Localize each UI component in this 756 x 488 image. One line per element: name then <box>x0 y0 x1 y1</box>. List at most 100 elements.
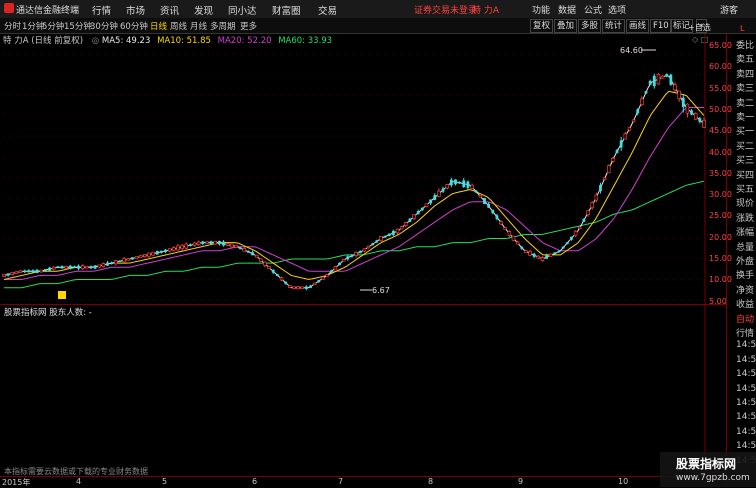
candle[interactable] <box>540 256 545 262</box>
candle[interactable] <box>528 249 532 256</box>
candle[interactable] <box>2 273 6 277</box>
candle[interactable] <box>429 199 433 206</box>
candle[interactable] <box>325 274 329 277</box>
candle[interactable] <box>263 261 267 268</box>
candle[interactable] <box>110 261 114 265</box>
candle[interactable] <box>690 109 693 116</box>
candle[interactable] <box>164 248 167 254</box>
candle[interactable] <box>196 240 201 246</box>
candle[interactable] <box>677 90 681 102</box>
candle[interactable] <box>64 265 68 269</box>
candle[interactable] <box>582 218 586 223</box>
candle[interactable] <box>358 250 362 254</box>
candle[interactable] <box>656 72 661 85</box>
candle[interactable] <box>304 285 308 291</box>
candle[interactable] <box>101 262 106 268</box>
candle[interactable] <box>77 264 80 271</box>
candle[interactable] <box>80 264 85 270</box>
candle[interactable] <box>673 82 677 93</box>
candle[interactable] <box>333 265 338 270</box>
candle[interactable] <box>317 279 321 284</box>
candle[interactable] <box>354 251 358 258</box>
candle[interactable] <box>217 240 221 246</box>
candle[interactable] <box>151 251 155 256</box>
candle[interactable] <box>279 276 284 281</box>
candle[interactable] <box>458 181 462 184</box>
candle[interactable] <box>599 182 602 194</box>
candle[interactable] <box>172 246 176 252</box>
candle[interactable] <box>48 266 51 272</box>
candle[interactable] <box>312 282 317 286</box>
candle[interactable] <box>143 254 147 258</box>
candle[interactable] <box>524 250 528 253</box>
candle[interactable] <box>296 285 300 290</box>
candle[interactable] <box>93 265 97 270</box>
candle[interactable] <box>631 119 636 123</box>
candle[interactable] <box>553 252 557 255</box>
candle[interactable] <box>242 246 246 252</box>
candle[interactable] <box>292 286 296 290</box>
candle[interactable] <box>27 269 31 273</box>
candle[interactable] <box>462 177 466 188</box>
candle[interactable] <box>445 183 449 190</box>
candle[interactable] <box>159 250 163 254</box>
candle[interactable] <box>487 202 491 208</box>
candle[interactable] <box>478 195 483 198</box>
candle[interactable] <box>147 252 151 258</box>
candle[interactable] <box>176 243 180 252</box>
candle[interactable] <box>466 180 470 191</box>
candle[interactable] <box>387 233 391 237</box>
candle[interactable] <box>590 201 594 210</box>
candle[interactable] <box>167 248 172 253</box>
candle[interactable] <box>300 286 304 289</box>
candle[interactable] <box>623 131 628 140</box>
candle[interactable] <box>483 197 486 205</box>
candle[interactable] <box>89 265 93 270</box>
candle[interactable] <box>693 112 698 120</box>
candle[interactable] <box>321 276 325 280</box>
candle[interactable] <box>85 266 89 269</box>
candle[interactable] <box>114 260 118 266</box>
candle[interactable] <box>31 269 35 273</box>
candlestick-chart[interactable] <box>0 0 726 487</box>
candle[interactable] <box>73 265 76 269</box>
candle[interactable] <box>35 268 39 274</box>
candle[interactable] <box>548 253 553 257</box>
candle[interactable] <box>180 243 184 251</box>
candle[interactable] <box>201 240 205 246</box>
candle[interactable] <box>131 257 134 260</box>
candle[interactable] <box>238 247 242 250</box>
candle[interactable] <box>51 266 56 271</box>
candle[interactable] <box>205 241 209 244</box>
candle[interactable] <box>254 254 259 258</box>
candle[interactable] <box>60 265 64 270</box>
candle[interactable] <box>660 75 665 79</box>
candle[interactable] <box>362 248 367 253</box>
candle[interactable] <box>507 230 512 238</box>
candle[interactable] <box>586 210 590 217</box>
candle[interactable] <box>341 259 346 262</box>
candle[interactable] <box>366 245 371 249</box>
candle[interactable] <box>222 240 225 247</box>
candle[interactable] <box>122 257 126 263</box>
add-watchlist-button[interactable]: +自选 <box>688 22 711 33</box>
candle[interactable] <box>416 209 420 215</box>
candle[interactable] <box>184 242 188 251</box>
candle[interactable] <box>213 240 217 245</box>
candle[interactable] <box>503 227 507 230</box>
candle[interactable] <box>10 272 15 276</box>
candle[interactable] <box>640 96 644 106</box>
candle[interactable] <box>395 228 400 235</box>
candle[interactable] <box>441 186 445 193</box>
candle[interactable] <box>106 260 109 267</box>
candle[interactable] <box>234 244 238 249</box>
candle[interactable] <box>433 193 437 201</box>
candle[interactable] <box>134 256 139 259</box>
candle[interactable] <box>536 255 541 260</box>
candle[interactable] <box>14 271 19 274</box>
candle[interactable] <box>230 243 234 248</box>
candle[interactable] <box>346 254 350 261</box>
candle[interactable] <box>644 90 648 94</box>
candle[interactable] <box>648 79 652 85</box>
candle[interactable] <box>602 177 607 181</box>
